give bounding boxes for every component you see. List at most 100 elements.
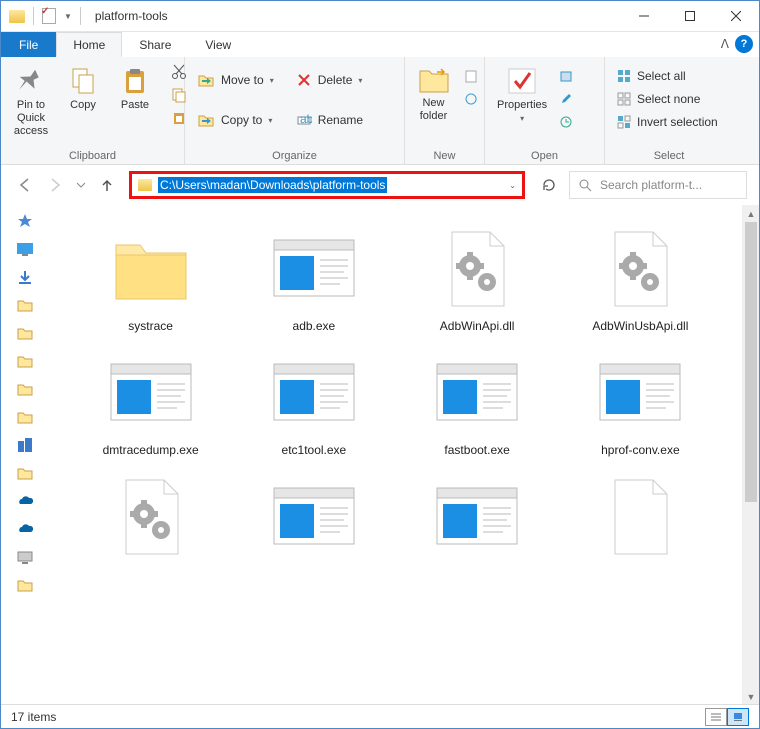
file-name: AdbWinUsbApi.dll xyxy=(592,319,688,333)
window-title: platform-tools xyxy=(95,9,168,23)
close-button[interactable] xyxy=(713,1,759,32)
collapse-ribbon-icon[interactable]: ᐱ xyxy=(721,37,729,51)
folder-icon[interactable] xyxy=(16,577,34,593)
thispc-icon[interactable] xyxy=(16,549,34,565)
folder-icon[interactable] xyxy=(16,465,34,481)
desktop-icon[interactable] xyxy=(16,241,34,257)
open-button[interactable] xyxy=(557,65,575,87)
rename-button[interactable]: ab Rename xyxy=(290,109,369,131)
ribbon-label: Select xyxy=(611,148,727,162)
file-thumb-exe-icon xyxy=(103,349,199,437)
ribbon-label: Clipboard xyxy=(7,148,178,162)
file-item[interactable] xyxy=(563,469,718,571)
search-input[interactable]: Search platform-t... xyxy=(569,171,747,199)
file-item[interactable] xyxy=(400,469,555,571)
file-name: etc1tool.exe xyxy=(282,443,347,457)
refresh-button[interactable] xyxy=(535,171,563,199)
select-all-icon xyxy=(617,69,631,83)
file-thumb-exe-icon xyxy=(429,349,525,437)
file-item[interactable] xyxy=(73,469,228,571)
maximize-button[interactable] xyxy=(667,1,713,32)
onedrive-icon[interactable] xyxy=(16,521,34,537)
buildings-icon[interactable] xyxy=(16,437,34,453)
scroll-thumb[interactable] xyxy=(745,222,757,502)
scroll-up-button[interactable]: ▲ xyxy=(743,205,759,222)
status-bar: 17 items xyxy=(1,704,759,728)
onedrive-icon[interactable] xyxy=(16,493,34,509)
file-item[interactable] xyxy=(236,469,391,571)
properties-button[interactable]: Properties▾ xyxy=(491,61,553,127)
folder-icon[interactable] xyxy=(16,297,34,313)
up-button[interactable] xyxy=(95,173,119,197)
file-item[interactable]: etc1tool.exe xyxy=(236,345,391,461)
new-folder-button[interactable]: New folder xyxy=(410,61,458,127)
svg-text:ab: ab xyxy=(300,112,312,126)
titlebar: ▼ platform-tools xyxy=(1,1,759,32)
file-item[interactable]: fastboot.exe xyxy=(400,345,555,461)
folder-icon[interactable] xyxy=(16,409,34,425)
select-none-button[interactable]: Select none xyxy=(611,88,724,110)
file-item[interactable]: systrace xyxy=(73,221,228,337)
copyto-icon xyxy=(197,111,215,129)
check-icon xyxy=(505,65,539,97)
folder-icon[interactable] xyxy=(16,325,34,341)
file-thumb-blank-icon xyxy=(592,473,688,561)
divider xyxy=(33,7,34,25)
move-icon xyxy=(197,71,215,89)
easy-access-button[interactable] xyxy=(462,88,480,110)
invert-selection-button[interactable]: Invert selection xyxy=(611,111,724,133)
folder-icon[interactable] xyxy=(16,381,34,397)
large-icons-view-button[interactable] xyxy=(727,708,749,726)
tab-share[interactable]: Share xyxy=(122,32,188,57)
navigation-pane[interactable] xyxy=(1,205,49,705)
file-item[interactable]: AdbWinUsbApi.dll xyxy=(563,221,718,337)
folder-icon[interactable] xyxy=(16,353,34,369)
edit-button[interactable] xyxy=(557,88,575,110)
details-view-button[interactable] xyxy=(705,708,727,726)
delete-button[interactable]: Delete ▾ xyxy=(290,69,369,91)
paste-icon xyxy=(119,65,151,97)
newfolder-icon xyxy=(417,65,451,95)
help-icon[interactable]: ? xyxy=(735,35,753,53)
item-count: 17 items xyxy=(11,710,56,724)
history-button[interactable] xyxy=(557,111,575,133)
chevron-down-icon[interactable]: ⌄ xyxy=(509,181,516,190)
ribbon-group-select: Select all Select none Invert selection … xyxy=(605,57,733,164)
file-thumb-exe-icon xyxy=(592,349,688,437)
address-path[interactable]: C:\Users\madan\Downloads\platform-tools xyxy=(158,177,387,193)
scrollbar[interactable]: ▲ ▼ xyxy=(742,205,759,705)
copy-button[interactable]: Copy xyxy=(59,61,107,116)
divider xyxy=(80,7,81,25)
ribbon-group-organize: Move to ▾ Copy to ▾ Delete ▾ ab Rename O… xyxy=(185,57,405,164)
file-item[interactable]: AdbWinApi.dll xyxy=(400,221,555,337)
recent-button[interactable] xyxy=(73,173,89,197)
paste-button[interactable]: Paste xyxy=(111,61,159,116)
downloads-icon[interactable] xyxy=(16,269,34,285)
chevron-down-icon[interactable]: ▼ xyxy=(64,12,72,21)
tab-file[interactable]: File xyxy=(1,32,56,57)
tab-view[interactable]: View xyxy=(188,32,248,57)
new-item-button[interactable] xyxy=(462,65,480,87)
file-thumb-dll-icon xyxy=(103,473,199,561)
pin-quick-access-button[interactable]: Pin to Quick access xyxy=(7,61,55,142)
select-all-button[interactable]: Select all xyxy=(611,65,724,87)
file-thumb-dll-icon xyxy=(429,225,525,313)
copy-to-button[interactable]: Copy to ▾ xyxy=(191,109,280,131)
address-bar[interactable]: C:\Users\madan\Downloads\platform-tools … xyxy=(129,171,525,199)
back-button[interactable] xyxy=(13,173,37,197)
file-item[interactable]: adb.exe xyxy=(236,221,391,337)
tab-home[interactable]: Home xyxy=(56,32,122,57)
quick-access-icon[interactable] xyxy=(16,213,34,229)
properties-icon[interactable] xyxy=(42,8,56,24)
file-thumb-folder-icon xyxy=(103,225,199,313)
file-item[interactable]: hprof-conv.exe xyxy=(563,345,718,461)
ribbon-label: New xyxy=(411,148,478,162)
file-item[interactable]: dmtracedump.exe xyxy=(73,345,228,461)
forward-button[interactable] xyxy=(43,173,67,197)
file-name: systrace xyxy=(128,319,173,333)
move-to-button[interactable]: Move to ▾ xyxy=(191,69,280,91)
scroll-down-button[interactable]: ▼ xyxy=(743,688,759,705)
file-thumb-exe-icon xyxy=(429,473,525,561)
file-grid[interactable]: systrace adb.exeAdbWinApi.dll AdbWinUsbApi… xyxy=(49,205,742,705)
minimize-button[interactable] xyxy=(621,1,667,32)
